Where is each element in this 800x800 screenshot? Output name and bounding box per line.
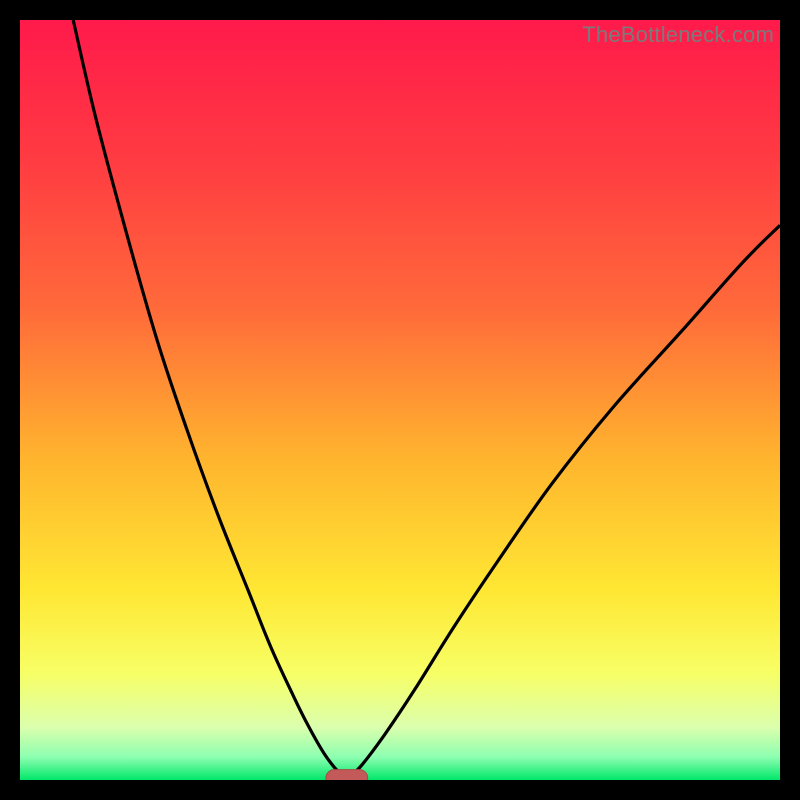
watermark-text: TheBottleneck.com: [582, 22, 774, 48]
optimal-marker: [326, 770, 368, 780]
right-curve: [347, 225, 780, 780]
chart-canvas: [20, 20, 780, 780]
left-curve: [73, 20, 347, 780]
chart-frame: TheBottleneck.com: [20, 20, 780, 780]
